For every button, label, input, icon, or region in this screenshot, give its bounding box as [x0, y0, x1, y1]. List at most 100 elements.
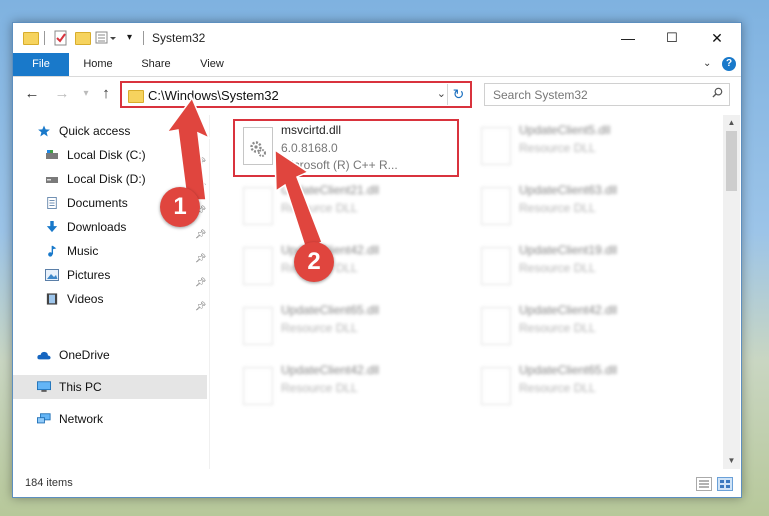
- close-button[interactable]: ✕: [694, 23, 740, 53]
- sidebar-item-label: Pictures: [67, 268, 111, 282]
- title-bar: ▾ System32 — ☐ ✕: [13, 23, 741, 53]
- customize-quick-access-icon[interactable]: [95, 30, 117, 46]
- sidebar-item-documents[interactable]: Documents 📌︎: [13, 191, 207, 215]
- file-name: UpdateClient42.dll: [519, 303, 618, 317]
- forward-arrow-icon[interactable]: →: [53, 85, 71, 103]
- address-bar[interactable]: C:\Windows\System32 ⌄ ↻: [120, 81, 472, 108]
- drive-icon: [46, 150, 58, 159]
- help-icon[interactable]: ?: [722, 57, 736, 71]
- search-placeholder: Search System32: [493, 88, 588, 102]
- dll-file-icon: [243, 187, 273, 225]
- file-description: Resource DLL: [281, 381, 358, 395]
- file-name: UpdateClient65.dll: [519, 363, 618, 377]
- file-item[interactable]: UpdateClient63.dll Resource DLL: [475, 181, 705, 237]
- computer-icon: [37, 381, 51, 392]
- properties-icon[interactable]: [54, 30, 68, 46]
- sidebar-item-label: Network: [59, 412, 104, 426]
- file-description: Resource DLL: [519, 141, 596, 155]
- sidebar-item-local-disk-c[interactable]: Local Disk (C:) 📌︎: [13, 143, 207, 167]
- recent-locations-icon[interactable]: ▾: [77, 85, 95, 103]
- sidebar-item-quick-access[interactable]: Quick access: [13, 119, 207, 143]
- file-name: UpdateClient63.dll: [519, 183, 618, 197]
- chevron-down-icon[interactable]: ▾: [127, 32, 132, 48]
- file-item[interactable]: UpdateClient42.dll Resource DLL: [475, 301, 705, 357]
- search-icon: [712, 87, 723, 98]
- scroll-down-icon[interactable]: ▼: [723, 453, 740, 469]
- file-item-msvcirtd[interactable]: msvcirtd.dll 6.0.8168.0 Microsoft (R) C+…: [237, 121, 467, 177]
- folder-icon: [23, 30, 39, 46]
- drive-icon: [46, 177, 58, 183]
- divider: [209, 115, 210, 469]
- tab-home[interactable]: Home: [77, 53, 119, 76]
- scroll-thumb[interactable]: [726, 131, 737, 191]
- dll-file-icon: [481, 307, 511, 345]
- dll-file-icon: [243, 307, 273, 345]
- tab-view[interactable]: View: [191, 53, 233, 76]
- new-folder-icon[interactable]: [75, 30, 91, 46]
- scroll-up-icon[interactable]: ▲: [723, 115, 740, 131]
- file-description: Resource DLL: [281, 321, 358, 335]
- file-item[interactable]: UpdateClient42.dll Resource DLL: [237, 241, 467, 297]
- navigation-pane: Quick access Local Disk (C:) 📌︎ Local Di…: [13, 115, 209, 469]
- refresh-icon[interactable]: ↻: [447, 84, 469, 105]
- details-view-icon[interactable]: [696, 477, 712, 491]
- download-icon: [46, 221, 58, 233]
- pin-icon[interactable]: 📌︎: [195, 294, 206, 318]
- divider: [44, 31, 45, 45]
- sidebar-item-label: Videos: [67, 292, 104, 306]
- sidebar-item-music[interactable]: Music 📌︎: [13, 239, 207, 263]
- vertical-scrollbar[interactable]: ▲ ▼: [723, 115, 740, 469]
- file-description: Microsoft (R) C++ R...: [281, 158, 398, 172]
- file-description: Resource DLL: [519, 261, 596, 275]
- ribbon-tabs: File Home Share View ⌄ ?: [13, 53, 741, 77]
- navigation-bar: ← → ▾ ↑ C:\Windows\System32 ⌄ ↻ Search S…: [13, 77, 741, 113]
- pictures-icon: [45, 269, 59, 281]
- file-name: UpdateClient19.dll: [519, 243, 618, 257]
- file-name: UpdateClient42.dll: [281, 363, 380, 377]
- file-description: Resource DLL: [519, 201, 596, 215]
- up-arrow-icon[interactable]: ↑: [97, 85, 115, 103]
- sidebar-item-label: Downloads: [67, 220, 127, 234]
- dll-file-icon: [481, 367, 511, 405]
- file-description: Resource DLL: [281, 201, 358, 215]
- search-input[interactable]: Search System32: [484, 83, 730, 106]
- file-item[interactable]: UpdateClient42.dll Resource DLL: [237, 361, 467, 417]
- tiles-view-icon[interactable]: [717, 477, 733, 491]
- file-description: Resource DLL: [281, 261, 358, 275]
- tab-file[interactable]: File: [13, 53, 69, 76]
- sidebar-item-downloads[interactable]: Downloads 📌︎: [13, 215, 207, 239]
- window-title: System32: [152, 31, 206, 45]
- address-path[interactable]: C:\Windows\System32: [148, 88, 279, 103]
- divider: [143, 31, 144, 45]
- folder-icon: [128, 90, 144, 103]
- back-arrow-icon[interactable]: ←: [23, 85, 41, 103]
- sidebar-item-label: Local Disk (C:): [67, 148, 146, 162]
- file-name: UpdateClient42.dll: [281, 243, 380, 257]
- item-count: 184 items: [25, 477, 73, 489]
- file-name: msvcirtd.dll: [281, 123, 342, 137]
- sidebar-item-local-disk-d[interactable]: Local Disk (D:) 📌︎: [13, 167, 207, 191]
- file-item[interactable]: UpdateClient5.dll Resource DLL: [475, 121, 705, 177]
- file-item[interactable]: UpdateClient65.dll Resource DLL: [475, 361, 705, 417]
- file-description: Resource DLL: [519, 321, 596, 335]
- sidebar-item-label: OneDrive: [59, 348, 110, 362]
- file-item[interactable]: UpdateClient21.dll Resource DLL: [237, 181, 467, 237]
- sidebar-item-this-pc[interactable]: This PC: [13, 375, 207, 399]
- file-item[interactable]: UpdateClient19.dll Resource DLL: [475, 241, 705, 297]
- maximize-button[interactable]: ☐: [649, 23, 695, 53]
- dll-file-icon: [243, 127, 273, 165]
- sidebar-item-onedrive[interactable]: OneDrive: [13, 343, 207, 367]
- file-name: UpdateClient65.dll: [281, 303, 380, 317]
- file-version: 6.0.8168.0: [281, 141, 338, 155]
- sidebar-item-network[interactable]: Network: [13, 407, 207, 431]
- minimize-button[interactable]: —: [605, 23, 651, 53]
- expand-ribbon-icon[interactable]: ⌄: [703, 58, 711, 69]
- sidebar-item-videos[interactable]: Videos 📌︎: [13, 287, 207, 311]
- file-item[interactable]: UpdateClient65.dll Resource DLL: [237, 301, 467, 357]
- sidebar-item-label: Local Disk (D:): [67, 172, 146, 186]
- sidebar-item-pictures[interactable]: Pictures 📌︎: [13, 263, 207, 287]
- videos-icon: [46, 293, 58, 305]
- chevron-down-icon[interactable]: ⌄: [437, 87, 446, 100]
- status-bar: 184 items: [13, 473, 741, 497]
- tab-share[interactable]: Share: [135, 53, 177, 76]
